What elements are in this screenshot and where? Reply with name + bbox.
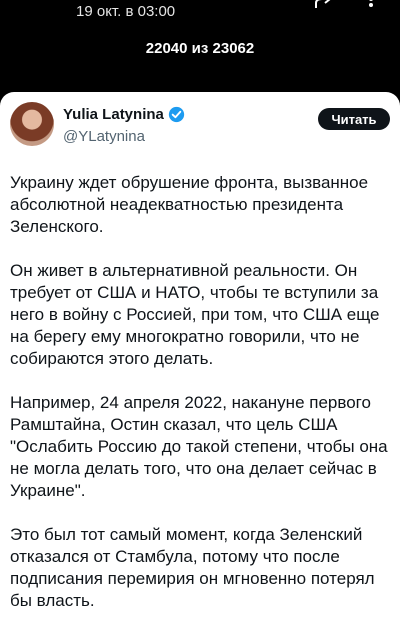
author-name-row: Yulia Latynina [63, 106, 185, 123]
post-date: 19 окт. в 03:00 [76, 3, 176, 20]
tweet-text: Украину ждет обрушение фронта, вызванное… [10, 172, 392, 634]
more-icon[interactable] [360, 0, 382, 14]
tweet-paragraph: Он живет в альтернативной реальности. Он… [10, 261, 380, 368]
verified-badge-icon [168, 106, 185, 123]
follow-button[interactable]: Читать [318, 108, 390, 130]
share-icon[interactable] [312, 0, 336, 12]
author-name[interactable]: Yulia Latynina [63, 106, 164, 123]
avatar[interactable] [10, 102, 54, 146]
image-counter: 22040 из 23062 [145, 40, 255, 57]
author-handle[interactable]: @YLatynina [63, 128, 145, 145]
tweet-card: Yulia Latynina @YLatynina Читать Украину… [0, 92, 400, 639]
tweet-paragraph: Например, 24 апреля 2022, накануне перво… [10, 393, 388, 500]
viewer-header: 19 окт. в 03:00 22040 из 23062 [0, 0, 400, 92]
tweet-paragraph: Украину ждет обрушение фронта, вызванное… [10, 173, 369, 236]
tweet-paragraph: Это был тот самый момент, когда Зеленски… [10, 525, 375, 610]
